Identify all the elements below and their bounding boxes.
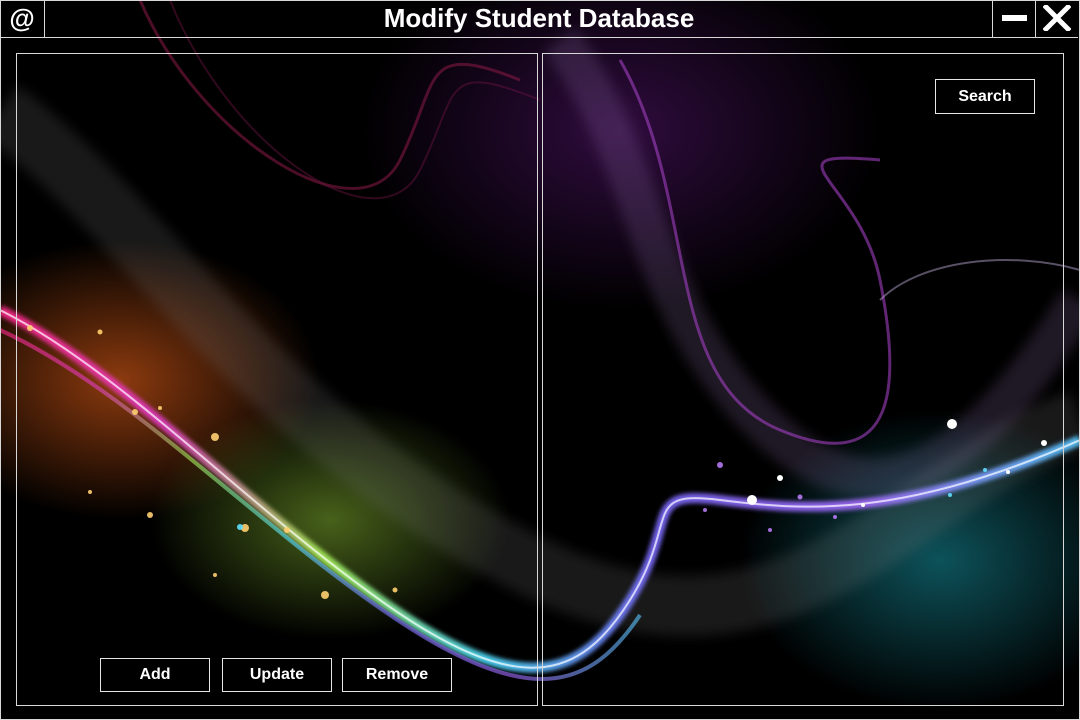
minimize-button[interactable] bbox=[992, 0, 1035, 37]
minimize-icon bbox=[1002, 15, 1027, 21]
add-button[interactable]: Add bbox=[100, 658, 210, 692]
window-title: Modify Student Database bbox=[383, 3, 695, 33]
close-icon bbox=[1043, 5, 1071, 31]
remove-button[interactable]: Remove bbox=[342, 658, 452, 692]
update-button[interactable]: Update bbox=[222, 658, 332, 692]
app-icon-glyph: @ bbox=[9, 3, 35, 33]
close-button[interactable] bbox=[1035, 0, 1079, 37]
search-button[interactable]: Search bbox=[935, 79, 1035, 114]
at-sign-icon[interactable]: @ bbox=[0, 0, 45, 37]
student-form-panel bbox=[16, 53, 538, 706]
search-results-panel bbox=[542, 53, 1064, 706]
title-bar[interactable]: @ Modify Student Database bbox=[0, 0, 1078, 38]
